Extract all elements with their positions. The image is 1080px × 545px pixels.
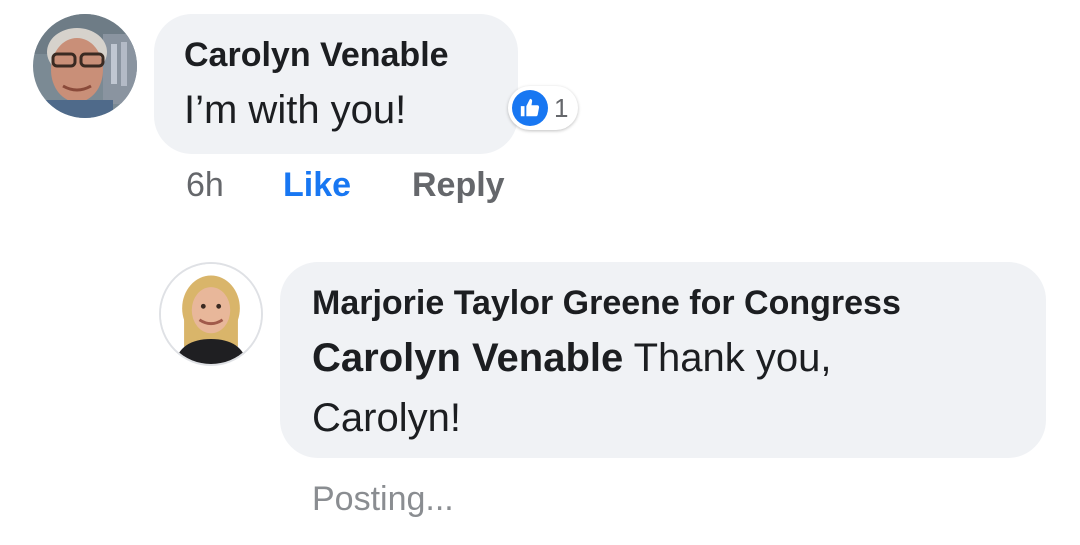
reply-text: Thank you, [623,336,832,380]
reply-author[interactable]: Marjorie Taylor Greene for Congress [312,284,901,323]
comment-thread: Carolyn Venable I’m with you! 1 6h Like … [0,0,1080,545]
reaction-count: 1 [554,92,569,123]
reply-bubble: Marjorie Taylor Greene for Congress Caro… [280,262,1046,458]
comment-timestamp[interactable]: 6h [186,166,224,205]
reaction-badge[interactable]: 1 [508,86,579,130]
reply-text-line: Carolyn! [312,396,461,440]
comment-text: I’m with you! [184,88,407,132]
avatar[interactable] [159,262,263,366]
avatar[interactable] [33,14,137,118]
mention-link[interactable]: Carolyn Venable [312,336,623,380]
reply-text-line: Carolyn Venable Thank you, [312,336,832,381]
posting-status: Posting... [312,480,454,518]
comment-author[interactable]: Carolyn Venable [184,36,449,75]
reply-button[interactable]: Reply [412,166,505,205]
like-button[interactable]: Like [283,166,351,205]
thumbs-up-icon [512,90,548,126]
comment-bubble: Carolyn Venable I’m with you! [154,14,518,154]
